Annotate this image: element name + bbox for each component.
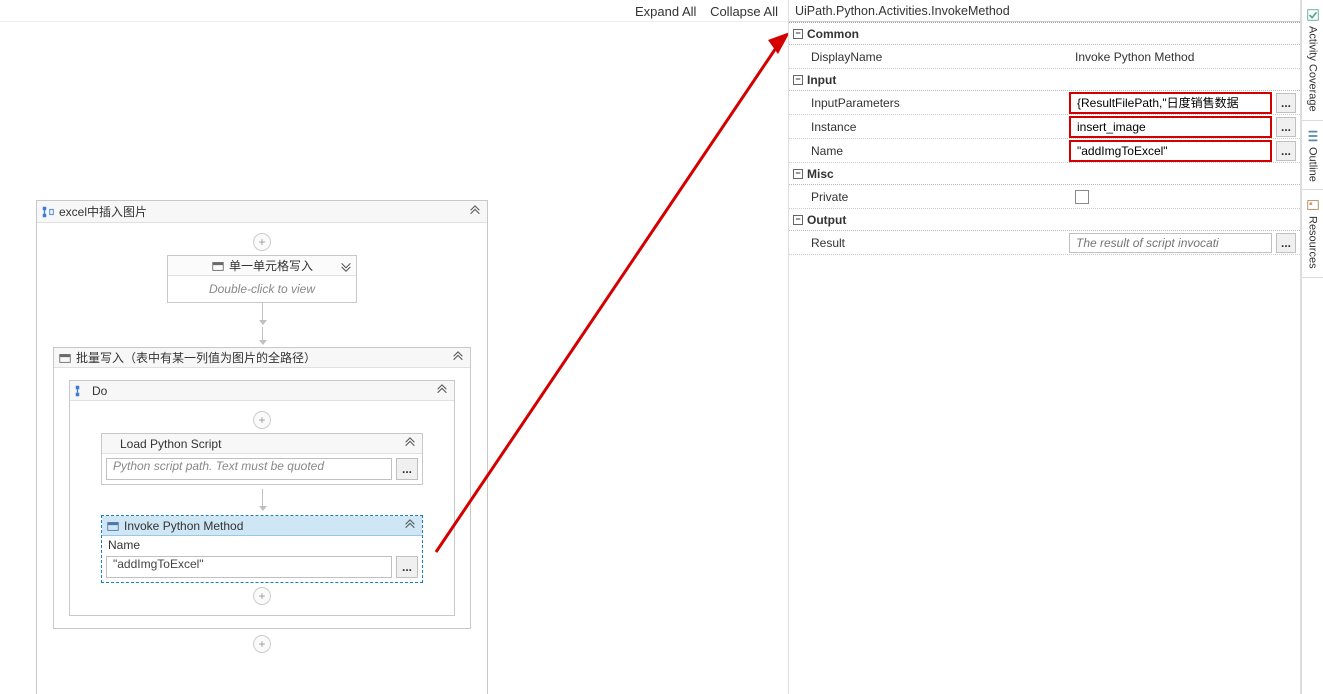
designer-toolbar: Expand All Collapse All <box>0 0 788 22</box>
properties-grid: − Common DisplayName Invoke Python Metho… <box>789 22 1300 694</box>
properties-title: UiPath.Python.Activities.InvokeMethod <box>789 0 1300 22</box>
category-common[interactable]: − Common <box>789 23 1300 45</box>
activity-batch-write[interactable]: 批量写入（表中有某一列值为图片的全路径） <box>53 347 471 629</box>
private-checkbox[interactable] <box>1075 190 1089 204</box>
resources-icon <box>1306 198 1320 212</box>
property-row-private: Private <box>789 185 1300 209</box>
python-script-path-input[interactable]: Python script path. Text must be quoted <box>106 458 392 480</box>
property-row-instance: Instance ... <box>789 115 1300 139</box>
property-label: Result <box>789 236 1069 250</box>
instance-input[interactable] <box>1069 116 1272 138</box>
collapse-chevron-icon[interactable] <box>402 436 418 452</box>
expression-editor-button[interactable]: ... <box>1276 117 1296 137</box>
property-label: Private <box>789 190 1069 204</box>
category-misc[interactable]: − Misc <box>789 163 1300 185</box>
designer-canvas[interactable]: excel中插入图片 + 单一单元格写入 <box>0 22 788 694</box>
activity-title: Load Python Script <box>120 437 398 451</box>
expression-editor-button[interactable]: ... <box>1276 141 1296 161</box>
expression-editor-button[interactable]: ... <box>1276 93 1296 113</box>
activity-coverage-icon <box>1306 8 1320 22</box>
tab-outline[interactable]: Outline <box>1302 121 1323 191</box>
property-row-name: Name ... <box>789 139 1300 163</box>
activity-invoke-python-method[interactable]: Invoke Python Method Name "addImgToExcel… <box>101 515 423 583</box>
method-name-input[interactable]: "addImgToExcel" <box>106 556 392 578</box>
collapse-chevron-icon[interactable] <box>467 204 483 220</box>
outline-icon <box>1306 129 1320 143</box>
double-click-hint: Double-click to view <box>168 276 356 302</box>
sequence-excel-insert-image[interactable]: excel中插入图片 + 单一单元格写入 <box>36 200 488 694</box>
property-row-result: Result ... <box>789 231 1300 255</box>
displayname-value[interactable]: Invoke Python Method <box>1069 50 1296 64</box>
add-activity-button[interactable]: + <box>253 587 271 605</box>
activity-icon <box>211 259 225 273</box>
activity-icon <box>58 351 72 365</box>
designer-canvas-pane: Expand All Collapse All excel中插入图片 + <box>0 0 789 694</box>
activity-icon <box>106 519 120 533</box>
side-tab-strip: Activity Coverage Outline Resources <box>1301 0 1323 694</box>
category-input[interactable]: − Input <box>789 69 1300 91</box>
activity-title: Invoke Python Method <box>124 519 398 533</box>
flow-arrow-icon <box>262 489 263 507</box>
expression-editor-button[interactable]: ... <box>1276 233 1296 253</box>
add-activity-button[interactable]: + <box>253 233 271 251</box>
category-output[interactable]: − Output <box>789 209 1300 231</box>
add-activity-button[interactable]: + <box>253 635 271 653</box>
sequence-title: excel中插入图片 <box>59 203 463 220</box>
collapse-icon[interactable]: − <box>793 215 803 225</box>
property-label: DisplayName <box>789 50 1069 64</box>
expand-chevron-icon[interactable] <box>338 258 354 274</box>
result-input[interactable] <box>1069 233 1272 253</box>
collapse-chevron-icon[interactable] <box>434 383 450 399</box>
sequence-icon <box>41 205 55 219</box>
add-activity-button[interactable]: + <box>253 411 271 429</box>
property-label: InputParameters <box>789 96 1069 110</box>
flow-arrow-icon <box>262 303 263 321</box>
collapse-icon[interactable]: − <box>793 169 803 179</box>
name-input[interactable] <box>1069 140 1272 162</box>
activity-title: 单一单元格写入 <box>229 257 313 274</box>
collapse-chevron-icon[interactable] <box>450 350 466 366</box>
tab-resources[interactable]: Resources <box>1302 190 1323 278</box>
sequence-title: Do <box>92 384 430 398</box>
expand-all-link[interactable]: Expand All <box>635 4 696 19</box>
collapse-icon[interactable]: − <box>793 29 803 39</box>
sequence-do[interactable]: Do + <box>69 380 455 616</box>
collapse-all-link[interactable]: Collapse All <box>710 4 778 19</box>
activity-load-python-script[interactable]: Load Python Script Python script path. T… <box>101 433 423 485</box>
sequence-icon <box>74 384 88 398</box>
collapse-icon[interactable]: − <box>793 75 803 85</box>
name-label: Name <box>102 536 422 552</box>
browse-button[interactable]: ... <box>396 458 418 480</box>
inputparameters-input[interactable] <box>1069 92 1272 114</box>
activity-title: 批量写入（表中有某一列值为图片的全路径） <box>76 349 446 366</box>
property-row-inputparameters: InputParameters ... <box>789 91 1300 115</box>
collapse-chevron-icon[interactable] <box>402 518 418 534</box>
tab-activity-coverage[interactable]: Activity Coverage <box>1302 0 1323 121</box>
properties-panel: UiPath.Python.Activities.InvokeMethod − … <box>789 0 1301 694</box>
property-label: Instance <box>789 120 1069 134</box>
property-label: Name <box>789 144 1069 158</box>
activity-single-cell-write[interactable]: 单一单元格写入 Double-click to view <box>167 255 357 303</box>
flow-arrow-icon <box>262 327 263 341</box>
expression-editor-button[interactable]: ... <box>396 556 418 578</box>
property-row-displayname: DisplayName Invoke Python Method <box>789 45 1300 69</box>
